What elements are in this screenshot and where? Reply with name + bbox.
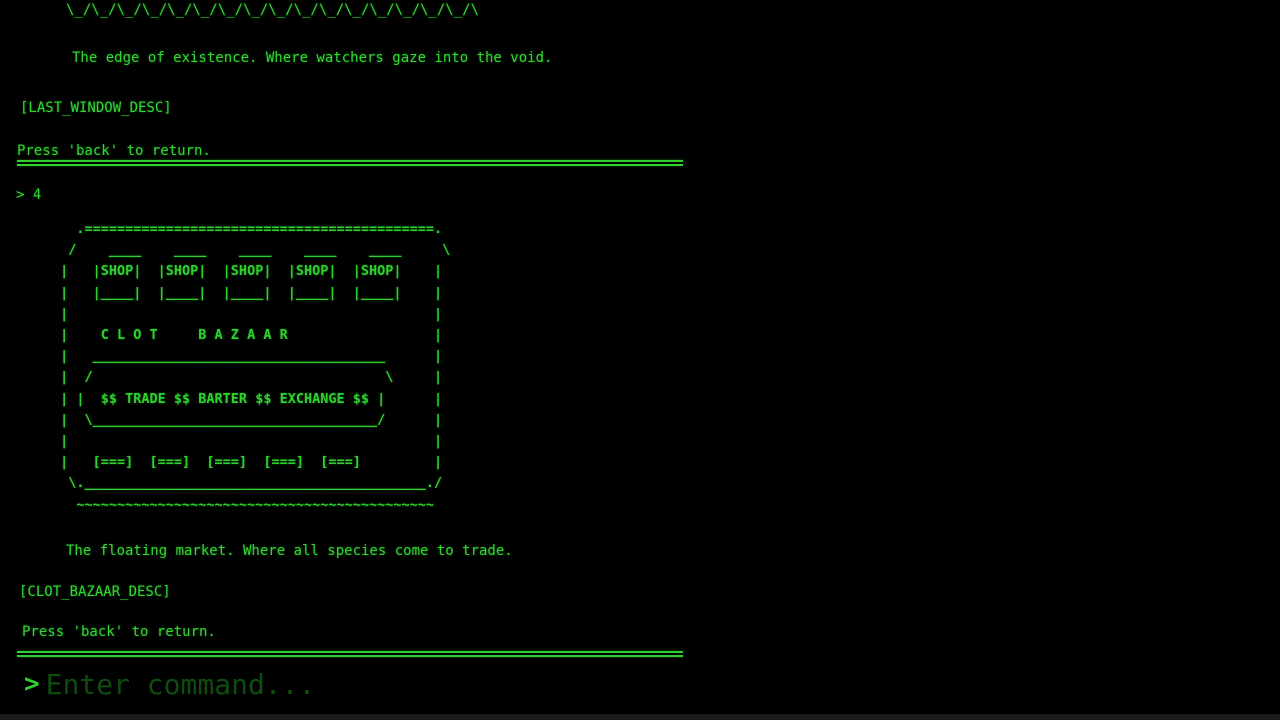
window-desc-token: [LAST_WINDOW_DESC]: [20, 100, 172, 116]
bazaar-tagline: The floating market. Where all species c…: [66, 543, 513, 559]
command-bar: >: [24, 666, 688, 702]
prompt-chevron-icon: >: [24, 669, 40, 699]
window-bottom-edge: [0, 714, 1280, 720]
command-input[interactable]: [43, 666, 688, 702]
back-hint: Press 'back' to return.: [22, 624, 216, 640]
back-hint: Press 'back' to return.: [17, 143, 211, 159]
divider: [17, 651, 683, 657]
divider: [17, 160, 683, 166]
top-border-art: \_/\_/\_/\_/\_/\_/\_/\_/\_/\_/\_/\_/\_/\…: [66, 2, 480, 18]
bazaar-desc-token: [CLOT_BAZAAR_DESC]: [19, 584, 171, 600]
terminal-screen: \_/\_/\_/\_/\_/\_/\_/\_/\_/\_/\_/\_/\_/\…: [0, 0, 1280, 720]
window-tagline: The edge of existence. Where watchers ga…: [72, 50, 553, 66]
clot-bazaar-art: .=======================================…: [60, 221, 451, 513]
user-command-echo: > 4: [16, 187, 42, 203]
